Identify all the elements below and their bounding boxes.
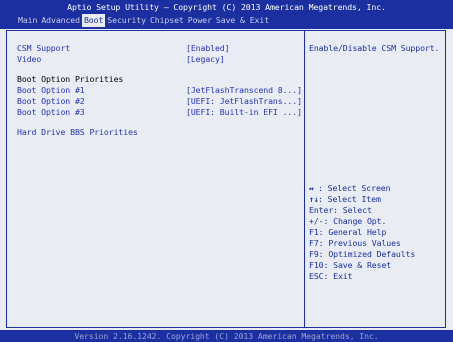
menu-bar: Main Advanced Boot Security Chipset Powe… — [16, 14, 271, 27]
boot-option-3-label[interactable]: Boot Option #3 — [17, 107, 85, 118]
key-exit: ESC: Exit — [309, 271, 353, 281]
left-right-arrows-icon: ↔ — [309, 183, 314, 193]
bios-screen: Aptio Setup Utility – Copyright (C) 2013… — [0, 0, 453, 342]
key-general-help: F1: General Help — [309, 227, 387, 237]
version-footer: Version 2.16.1242. Copyright (C) 2013 Am… — [0, 330, 453, 342]
boot-option-3-value[interactable]: [UEFI: Built-in EFI ...] — [186, 107, 302, 118]
boot-option-2-label[interactable]: Boot Option #2 — [17, 96, 85, 107]
boot-option-1-value[interactable]: [JetFlashTranscend 8...] — [186, 85, 302, 96]
video-label[interactable]: Video — [17, 54, 41, 65]
key-text: : Select Item — [318, 194, 381, 204]
key-save-reset: F10: Save & Reset — [309, 260, 392, 270]
tab-chipset[interactable]: Chipset — [148, 14, 186, 27]
csm-support-value[interactable]: [Enabled] — [186, 43, 230, 54]
csm-support-label[interactable]: CSM Support — [17, 43, 70, 54]
panel-divider — [304, 30, 305, 328]
tab-power[interactable]: Power — [186, 14, 214, 27]
boot-option-1-label[interactable]: Boot Option #1 — [17, 85, 85, 96]
key-select-item: ↑↓: Select Item — [309, 194, 415, 205]
title-text: Aptio Setup Utility – Copyright (C) 2013… — [67, 2, 386, 12]
up-down-arrows-icon: ↑↓ — [309, 194, 319, 204]
header-bar: Aptio Setup Utility – Copyright (C) 2013… — [0, 0, 453, 29]
key-optimized-defaults: F9: Optimized Defaults — [309, 249, 416, 259]
key-change-opt: +/-: Change Opt. — [309, 216, 387, 226]
key-previous-values: F7: Previous Values — [309, 238, 401, 248]
hard-drive-bbs-priorities[interactable]: Hard Drive BBS Priorities — [17, 127, 138, 138]
help-description: Enable/Disable CSM Support. — [309, 43, 440, 53]
tab-security[interactable]: Security — [105, 14, 148, 27]
video-value[interactable]: [Legacy] — [186, 54, 225, 65]
boot-option-2-value[interactable]: [UEFI: JetFlashTrans...] — [186, 96, 302, 107]
boot-priorities-heading: Boot Option Priorities — [17, 74, 124, 84]
tab-save-exit[interactable]: Save & Exit — [214, 14, 271, 27]
key-enter: Enter: Select — [309, 205, 372, 215]
key-legend: ↔ : Select Screen ↑↓: Select Item Enter: … — [309, 183, 415, 282]
tab-boot[interactable]: Boot — [81, 14, 106, 27]
key-text: : Select Screen — [318, 183, 391, 193]
tab-advanced[interactable]: Advanced — [39, 14, 82, 27]
tab-main[interactable]: Main — [16, 14, 39, 27]
key-select-screen: ↔ : Select Screen — [309, 183, 415, 194]
